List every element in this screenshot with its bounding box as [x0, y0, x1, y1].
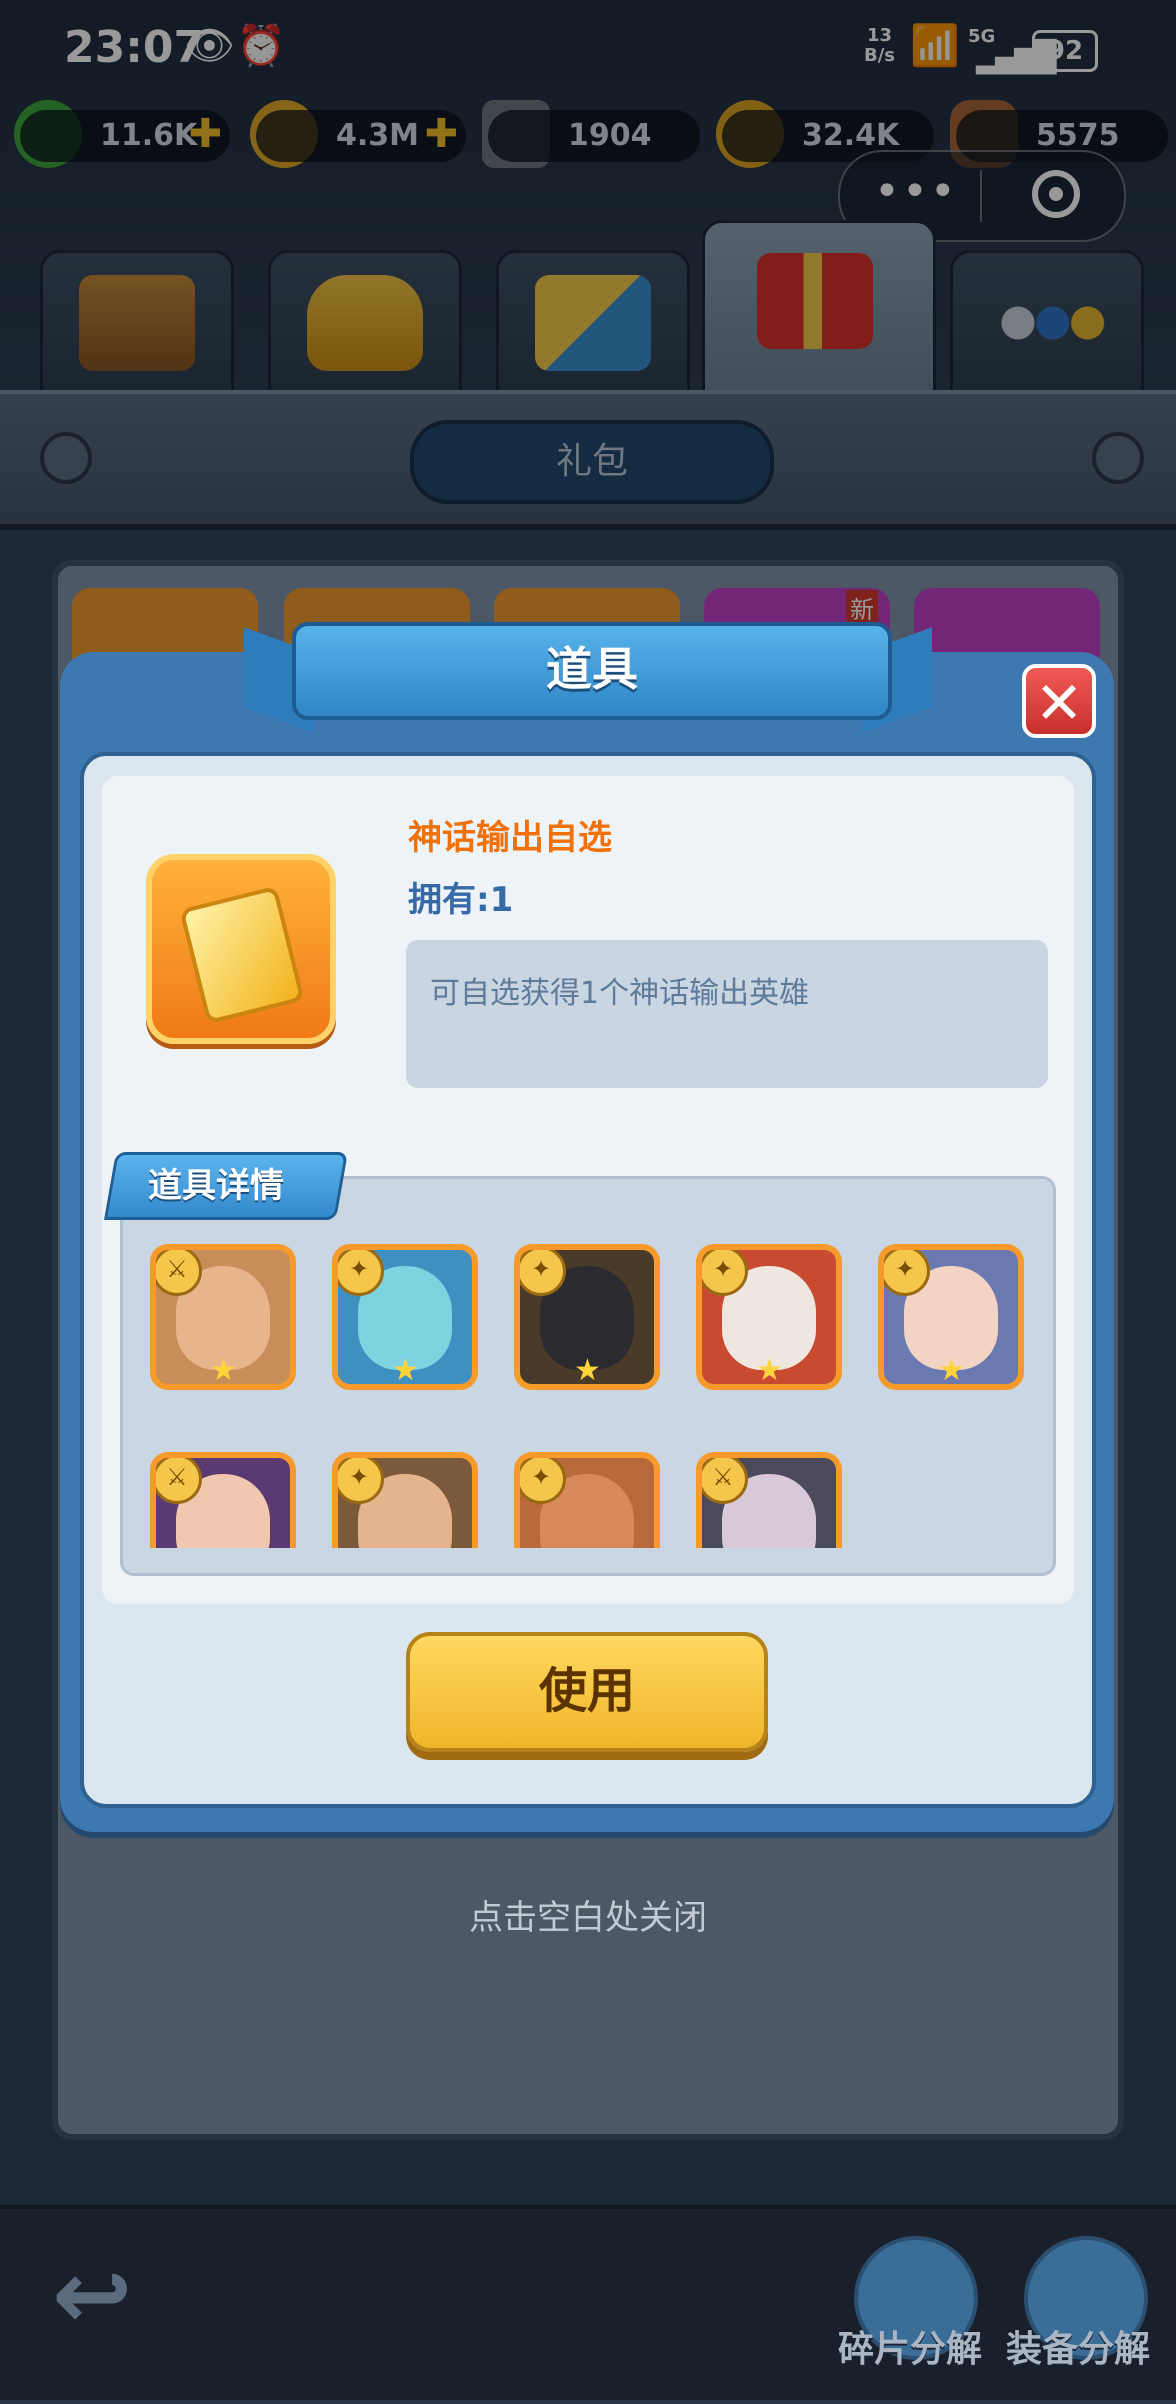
star-icon: ★	[574, 1353, 601, 1388]
sword-class-icon: ⚔	[156, 1250, 202, 1296]
hero-option[interactable]: ✦ ★	[332, 1244, 478, 1390]
equip-decompose-label: 装备分解	[1006, 2329, 1151, 2370]
back-arrow-icon[interactable]: ↩	[52, 2247, 162, 2343]
item-owned-count: 拥有:1	[408, 880, 514, 920]
hero-option[interactable]: ⚔	[696, 1452, 842, 1548]
star-icon: ★	[938, 1353, 965, 1388]
hero-row-2: ⚔ ✦ ✦ ⚔	[120, 1452, 1056, 1548]
staff-class-icon: ✦	[338, 1250, 384, 1296]
detail-tab-label: 道具详情	[148, 1166, 284, 1206]
staff-class-icon: ✦	[520, 1250, 566, 1296]
modal-title: 道具	[292, 622, 892, 720]
sword-class-icon: ⚔	[156, 1458, 202, 1504]
tap-to-close-hint: 点击空白处关闭	[469, 1898, 707, 1938]
staff-class-icon: ✦	[702, 1250, 748, 1296]
staff-class-icon: ✦	[520, 1458, 566, 1504]
item-icon	[146, 854, 336, 1044]
staff-class-icon: ✦	[884, 1250, 930, 1296]
hero-option[interactable]: ✦ ★	[514, 1244, 660, 1390]
use-button[interactable]: 使用	[406, 1632, 768, 1752]
staff-class-icon: ✦	[338, 1458, 384, 1504]
sword-class-icon: ⚔	[702, 1458, 748, 1504]
close-button[interactable]: ✕	[1022, 664, 1096, 738]
item-description-box	[406, 940, 1048, 1088]
star-icon: ★	[210, 1353, 237, 1388]
star-icon: ★	[392, 1353, 419, 1388]
hero-option[interactable]: ✦ ★	[696, 1244, 842, 1390]
star-icon: ★	[756, 1353, 783, 1388]
hero-option[interactable]: ✦	[332, 1452, 478, 1548]
hero-option[interactable]: ✦	[514, 1452, 660, 1548]
item-description: 可自选获得1个神话输出英雄	[430, 976, 810, 1011]
winged-card-icon	[179, 885, 305, 1025]
hero-option[interactable]: ✦ ★	[878, 1244, 1024, 1390]
hero-option[interactable]: ⚔	[150, 1452, 296, 1548]
shard-decompose-label: 碎片分解	[838, 2329, 983, 2370]
hero-option[interactable]: ⚔ ★	[150, 1244, 296, 1390]
item-name: 神话输出自选	[408, 818, 612, 858]
